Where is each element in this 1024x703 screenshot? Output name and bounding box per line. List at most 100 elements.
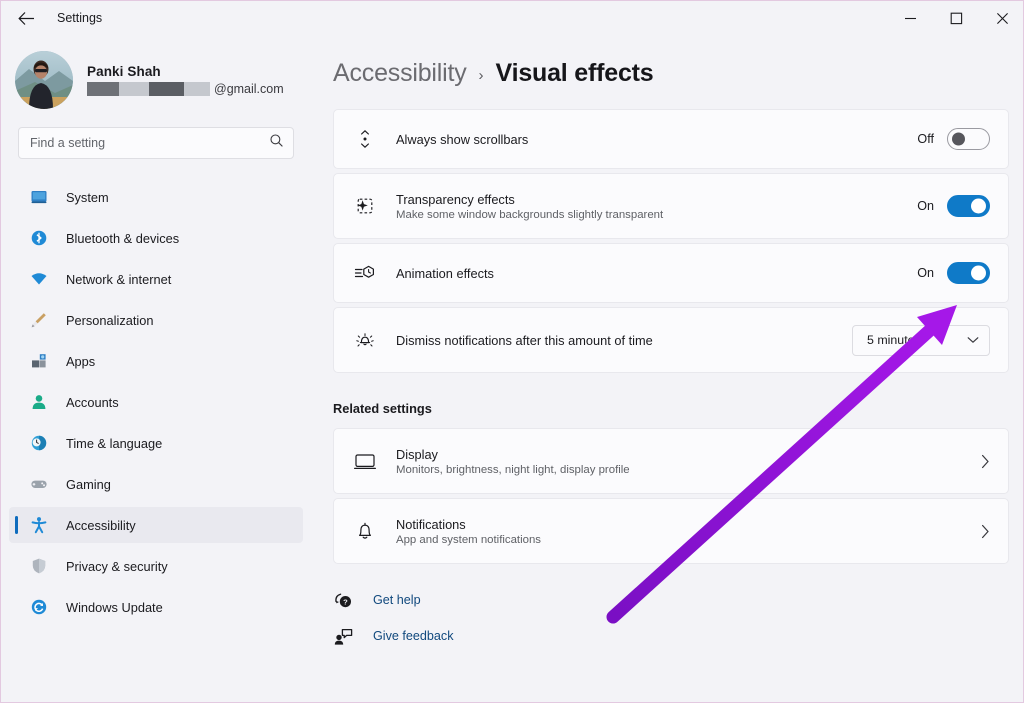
sidebar-item-label: Gaming (66, 476, 111, 492)
account-name: Panki Shah (87, 64, 161, 79)
link-label: Get help (373, 593, 421, 607)
title-bar: Settings (1, 1, 1023, 35)
minimize-button[interactable] (887, 1, 933, 35)
sidebar-item-label: Personalization (66, 312, 154, 328)
related-title: Display (396, 446, 438, 462)
setting-subtitle: Make some window backgrounds slightly tr… (396, 208, 664, 221)
related-settings-cards: Display Monitors, brightness, night ligh… (311, 428, 1023, 564)
chevron-down-icon (967, 336, 979, 344)
wifi-icon (29, 269, 49, 289)
redacted-block (119, 82, 149, 96)
setting-row-always-show-scrollbars[interactable]: Always show scrollbars Off (333, 109, 1009, 169)
sidebar-item-bluetooth-devices[interactable]: Bluetooth & devices (9, 220, 303, 256)
apps-icon (29, 351, 49, 371)
update-icon (29, 597, 49, 617)
setting-control: Off (917, 128, 990, 150)
sidebar: Panki Shah @gmail.com Find a setting Sys… (1, 35, 311, 702)
avatar (15, 51, 73, 109)
search-box[interactable] (18, 127, 294, 159)
setting-row-animation-effects[interactable]: Animation effects On (333, 243, 1009, 303)
setting-row-dismiss-notifications[interactable]: Dismiss notifications after this amount … (333, 307, 1009, 373)
setting-control: On (917, 195, 990, 217)
maximize-button[interactable] (933, 1, 979, 35)
settings-window: Settings Panki Shah @gmail.com Find a se… (0, 0, 1024, 703)
sidebar-item-label: Bluetooth & devices (66, 230, 180, 246)
sidebar-item-label: System (66, 189, 109, 205)
setting-text: Dismiss notifications after this amount … (396, 333, 852, 348)
main-content: Accessibility › Visual effects Always sh… (311, 35, 1023, 702)
feedback-icon (333, 626, 353, 646)
setting-control: 5 minutes (852, 324, 990, 356)
footer-links: ? Get help Give feedback (311, 568, 1023, 646)
settings-cards: Always show scrollbars Off Transparency … (311, 88, 1023, 373)
sidebar-item-time-language[interactable]: Time & language (9, 425, 303, 461)
shield-icon (29, 556, 49, 576)
related-subtitle: App and system notifications (396, 533, 541, 546)
sidebar-item-network-internet[interactable]: Network & internet (9, 261, 303, 297)
sidebar-item-label: Time & language (66, 435, 163, 451)
transparency-effects-toggle[interactable] (947, 195, 990, 217)
sidebar-item-apps[interactable]: Apps (9, 343, 303, 379)
selection-indicator (15, 516, 18, 534)
setting-text: Transparency effects Make some window ba… (396, 192, 917, 221)
setting-title: Always show scrollbars (396, 131, 529, 147)
sidebar-item-accounts[interactable]: Accounts (9, 384, 303, 420)
help-icon: ? (333, 590, 353, 610)
search-input[interactable] (30, 136, 269, 150)
back-button[interactable] (9, 3, 43, 33)
gamepad-icon (29, 474, 49, 494)
related-row-notifications[interactable]: Notifications App and system notificatio… (333, 498, 1009, 564)
always-show-scrollbars-toggle[interactable] (947, 128, 990, 150)
window-controls (887, 1, 1023, 35)
svg-text:?: ? (343, 597, 348, 606)
get-help-link[interactable]: ? Get help (333, 590, 1023, 610)
sidebar-nav: System Bluetooth & devices Network & int… (1, 179, 311, 625)
link-label: Give feedback (373, 629, 454, 643)
sidebar-item-gaming[interactable]: Gaming (9, 466, 303, 502)
sidebar-item-personalization[interactable]: Personalization (9, 302, 303, 338)
redacted-block (87, 82, 119, 96)
setting-title: Animation effects (396, 265, 494, 281)
chevron-right-icon (981, 524, 990, 539)
toggle-knob (971, 198, 986, 214)
setting-title: Transparency effects (396, 191, 515, 207)
breadcrumb: Accessibility › Visual effects (311, 35, 1023, 88)
account-block[interactable]: Panki Shah @gmail.com (1, 35, 311, 109)
close-button[interactable] (979, 1, 1023, 35)
dismiss-notifications-dropdown[interactable]: 5 minutes (852, 324, 990, 356)
toggle-state-label: On (917, 266, 934, 280)
email-domain: @gmail.com (214, 82, 284, 96)
related-row-display[interactable]: Display Monitors, brightness, night ligh… (333, 428, 1009, 494)
toggle-state-label: On (917, 199, 934, 213)
animation-effects-toggle[interactable] (947, 262, 990, 284)
clock-globe-icon (29, 433, 49, 453)
related-text: Display Monitors, brightness, night ligh… (396, 447, 981, 476)
bell-alert-icon (353, 328, 377, 352)
person-icon (29, 392, 49, 412)
sidebar-item-privacy-security[interactable]: Privacy & security (9, 548, 303, 584)
toggle-knob (971, 265, 986, 281)
chevron-right-icon (981, 454, 990, 469)
breadcrumb-parent-link[interactable]: Accessibility (333, 59, 467, 88)
sidebar-item-label: Network & internet (66, 271, 172, 287)
setting-row-transparency-effects[interactable]: Transparency effects Make some window ba… (333, 173, 1009, 239)
bell-icon (353, 519, 377, 543)
related-title: Notifications (396, 516, 466, 532)
redacted-block (184, 82, 210, 96)
page-title: Visual effects (495, 59, 654, 87)
setting-text: Animation effects (396, 266, 917, 281)
setting-text: Always show scrollbars (396, 132, 917, 147)
account-info: Panki Shah @gmail.com (87, 64, 284, 96)
sidebar-item-accessibility[interactable]: Accessibility (9, 507, 303, 543)
related-settings-heading: Related settings (333, 401, 432, 416)
sidebar-item-label: Apps (66, 353, 96, 369)
sidebar-item-label: Accounts (66, 394, 119, 410)
sidebar-item-label: Windows Update (66, 599, 163, 615)
scrollbar-icon (353, 127, 377, 151)
sidebar-item-system[interactable]: System (9, 179, 303, 215)
account-email: @gmail.com (87, 82, 284, 96)
display-icon (353, 449, 377, 473)
sidebar-item-windows-update[interactable]: Windows Update (9, 589, 303, 625)
bluetooth-icon (29, 228, 49, 248)
give-feedback-link[interactable]: Give feedback (333, 626, 1023, 646)
